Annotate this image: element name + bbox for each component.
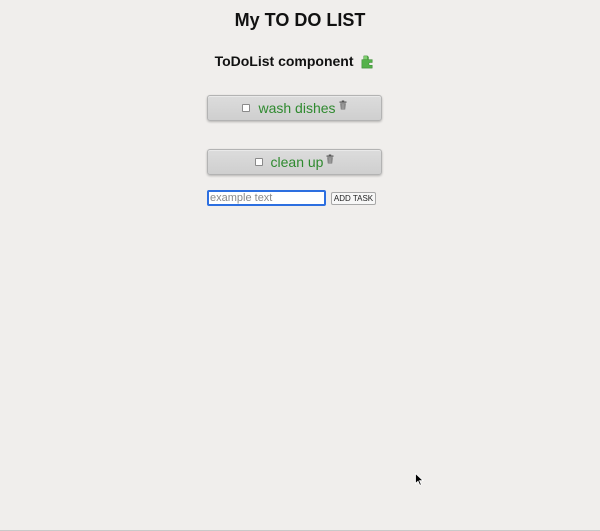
- task-checkbox[interactable]: [254, 158, 263, 166]
- trash-icon[interactable]: [326, 151, 334, 169]
- component-title: ToDoList component: [0, 51, 590, 74]
- task-checkbox[interactable]: [242, 104, 251, 112]
- new-task-input[interactable]: [207, 190, 326, 206]
- task-label: wash dishes: [258, 100, 336, 116]
- task-item[interactable]: wash dishes: [207, 95, 382, 121]
- add-task-button[interactable]: ADD TASK: [331, 192, 376, 205]
- task-item[interactable]: clean up: [207, 149, 382, 175]
- page-title: My TO DO LIST: [234, 10, 366, 30]
- task-label: clean up: [270, 154, 324, 170]
- component-title-text: ToDoList component: [214, 53, 354, 69]
- puzzle-icon: [360, 54, 375, 74]
- trash-icon[interactable]: [339, 97, 347, 115]
- mouse-cursor-icon: [415, 473, 424, 486]
